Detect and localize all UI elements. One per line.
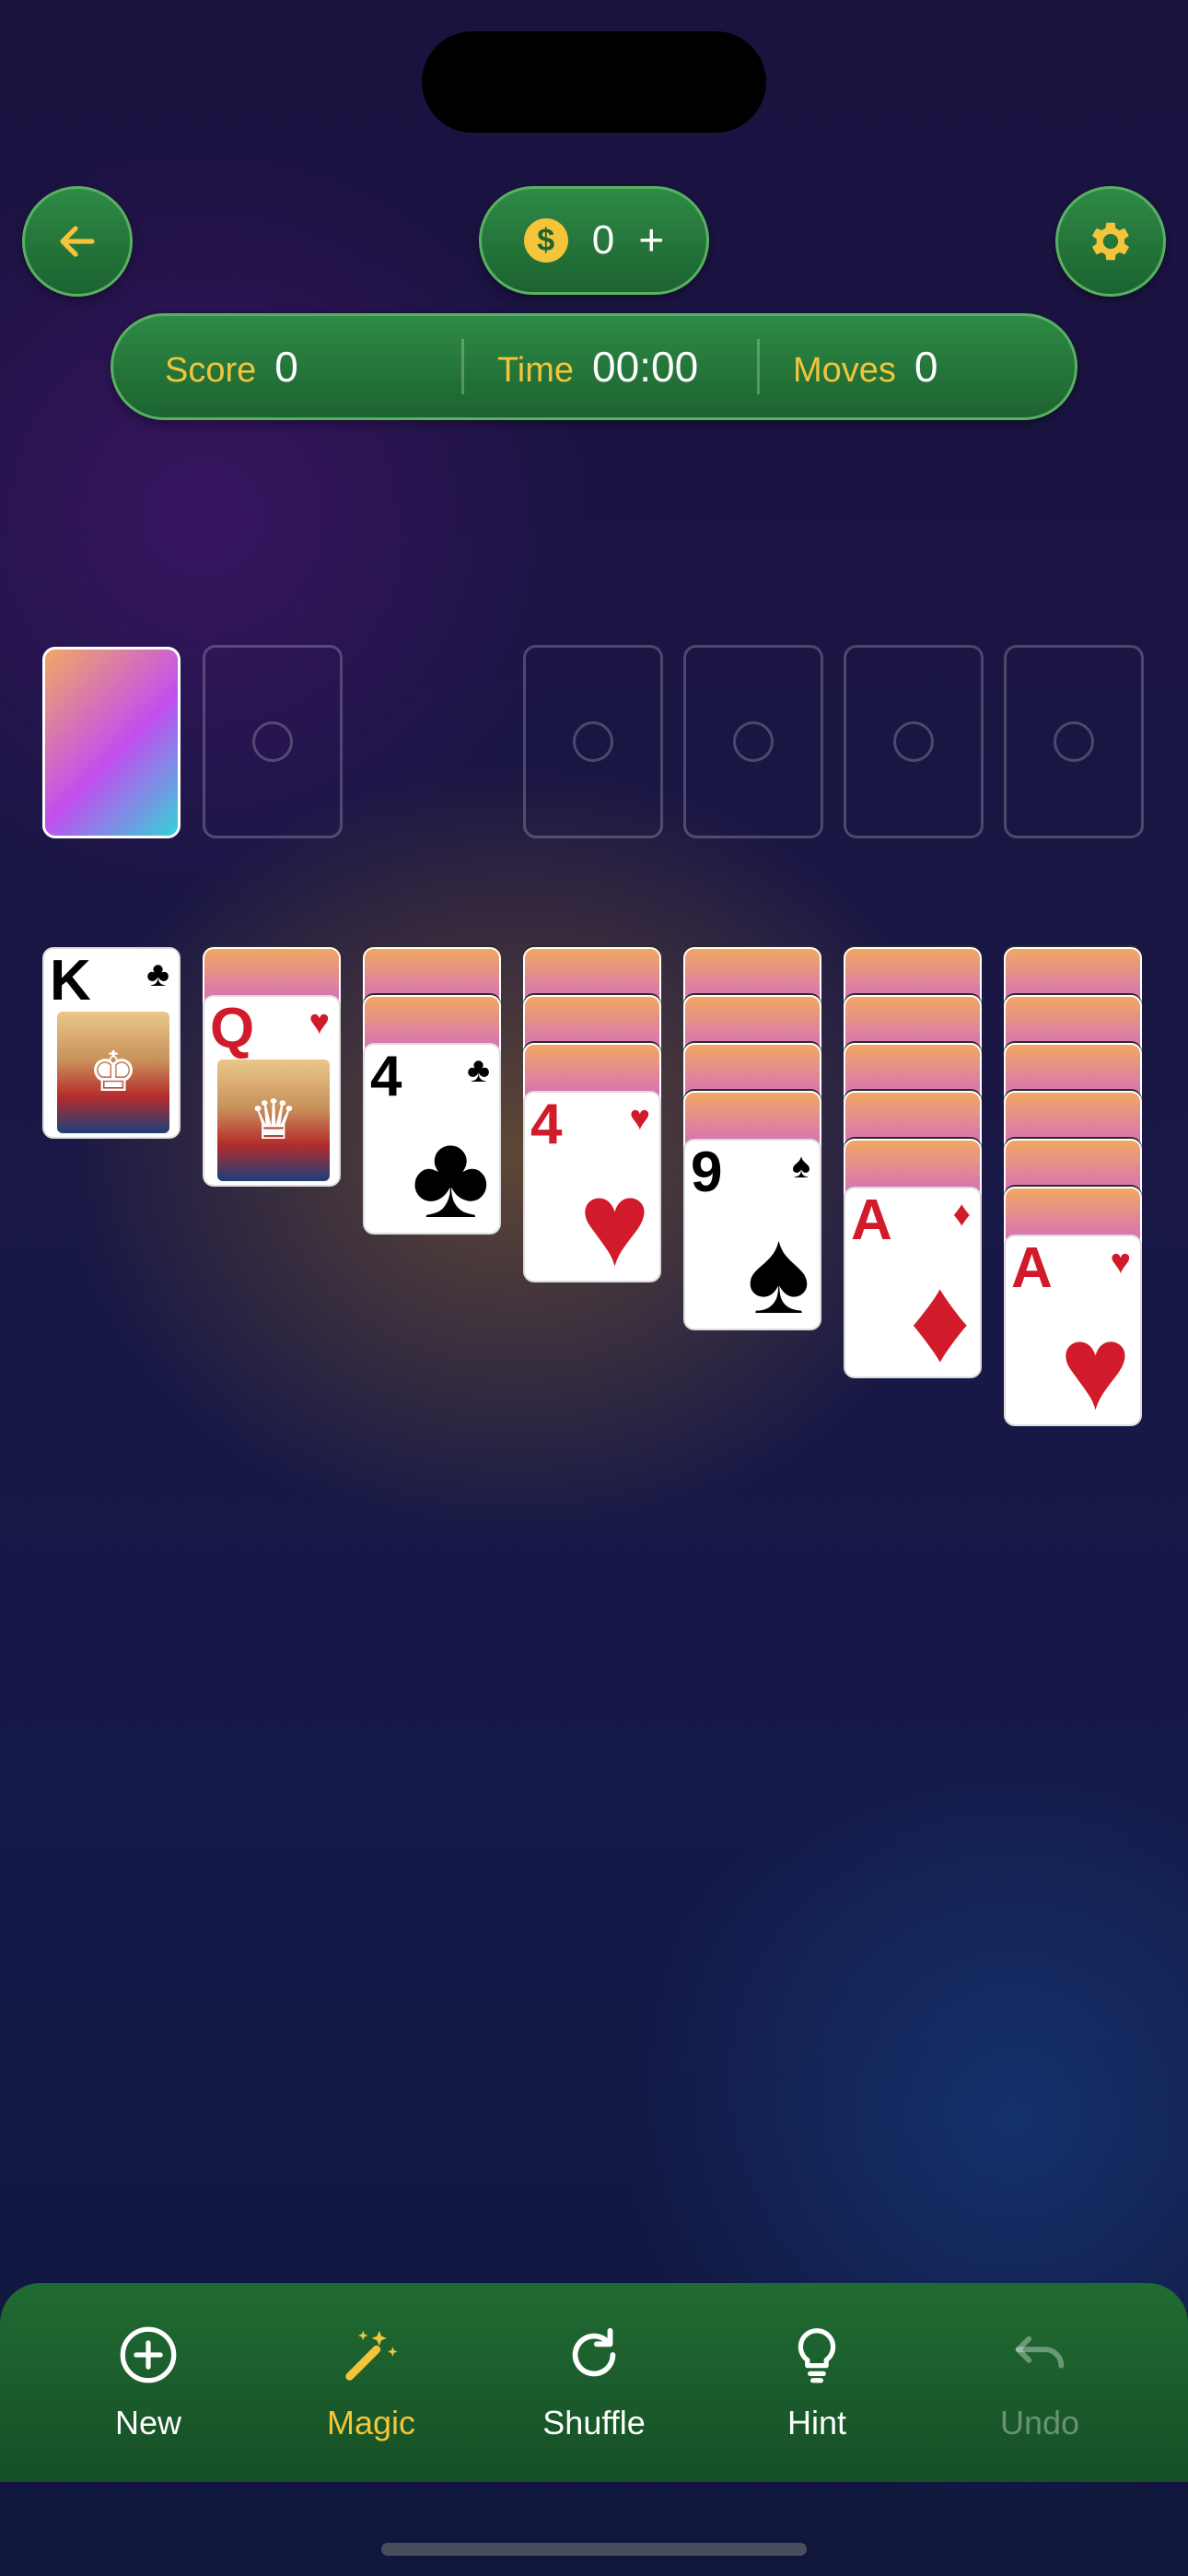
slot-placeholder-icon: [893, 721, 934, 762]
stats-bar: Score 0 Time 00:00 Moves 0: [111, 313, 1077, 420]
new-label: New: [114, 2404, 182, 2441]
slot-placeholder-icon: [573, 721, 613, 762]
undo-icon: [1015, 2336, 1065, 2369]
card-suit-icon: ♣: [146, 955, 169, 994]
moves-stat: Moves 0: [793, 342, 938, 392]
face-up-card[interactable]: 9 ♠ ♠: [683, 1139, 821, 1330]
time-label: Time: [497, 351, 575, 390]
moves-value: 0: [914, 343, 938, 391]
time-value: 00:00: [592, 343, 699, 391]
home-indicator: [381, 2543, 807, 2556]
undo-button[interactable]: Undo: [957, 2323, 1123, 2442]
card-rank: Q: [210, 997, 255, 1060]
card-rank: 9: [691, 1141, 723, 1204]
coins-pill[interactable]: $ 0 +: [479, 186, 709, 295]
card-rank: 4: [370, 1045, 402, 1108]
card-big-suit-icon: ♣: [411, 1108, 490, 1235]
slot-placeholder-icon: [252, 721, 293, 762]
queen-illustration: ♛: [217, 1060, 330, 1181]
card-rank: A: [851, 1188, 892, 1252]
slot-placeholder-icon: [733, 721, 774, 762]
card-suit-icon: ♥: [309, 1003, 330, 1042]
stock-pile[interactable]: [42, 647, 181, 838]
card-big-suit-icon: ♦: [909, 1252, 971, 1378]
magic-wand-icon: [345, 2330, 398, 2381]
foundation-slot-3[interactable]: [844, 645, 984, 838]
lightbulb-icon: [798, 2328, 836, 2383]
face-up-card[interactable]: 4 ♣ ♣: [363, 1043, 501, 1235]
score-value: 0: [274, 343, 298, 391]
face-up-card[interactable]: A ♥ ♥: [1004, 1235, 1142, 1426]
score-label: Score: [165, 351, 257, 390]
face-up-card[interactable]: 4 ♥ ♥: [523, 1091, 661, 1282]
add-coins-icon[interactable]: +: [638, 216, 664, 266]
card-rank: K: [50, 949, 91, 1013]
undo-label: Undo: [999, 2404, 1080, 2441]
coin-icon: $: [523, 218, 568, 263]
magic-button[interactable]: Magic: [288, 2323, 454, 2442]
card-big-suit-icon: ♥: [1059, 1300, 1131, 1426]
refresh-icon: [572, 2327, 616, 2377]
hint-button[interactable]: Hint: [734, 2323, 900, 2442]
bottom-toolbar: New Magic Shuffle Hint Undo: [0, 2283, 1188, 2482]
card-big-suit-icon: ♠: [746, 1204, 810, 1330]
shuffle-button[interactable]: Shuffle: [511, 2323, 677, 2442]
card-suit-icon: ♠: [791, 1147, 810, 1186]
card-suit-icon: ♣: [467, 1051, 490, 1090]
hint-label: Hint: [786, 2404, 847, 2441]
dynamic-island: [422, 31, 766, 133]
foundation-slot-2[interactable]: [683, 645, 823, 838]
card-suit-icon: ♦: [952, 1195, 971, 1234]
face-up-card[interactable]: Q ♥ ♛: [203, 995, 341, 1187]
stats-divider: [757, 339, 760, 394]
card-rank: A: [1011, 1236, 1053, 1300]
card-big-suit-icon: ♥: [578, 1156, 650, 1282]
foundation-slot-1[interactable]: [523, 645, 663, 838]
arrow-left-icon: [60, 226, 95, 257]
new-game-button[interactable]: New: [65, 2323, 231, 2442]
moves-label: Moves: [793, 351, 896, 390]
gear-icon: [1091, 222, 1130, 261]
face-up-card[interactable]: A ♦ ♦: [844, 1187, 982, 1378]
magic-label: Magic: [326, 2404, 416, 2441]
face-up-card[interactable]: K ♣ ♚: [42, 947, 181, 1139]
king-illustration: ♚: [57, 1012, 169, 1133]
waste-pile[interactable]: [203, 645, 343, 838]
shuffle-label: Shuffle: [542, 2404, 646, 2441]
back-button[interactable]: [22, 186, 133, 297]
slot-placeholder-icon: [1054, 721, 1094, 762]
stats-divider: [461, 339, 464, 394]
foundation-slot-4[interactable]: [1004, 645, 1144, 838]
settings-button[interactable]: [1055, 186, 1166, 297]
coin-count: 0: [591, 217, 615, 263]
plus-circle-icon: [120, 2326, 177, 2383]
card-suit-icon: ♥: [1110, 1243, 1131, 1282]
time-stat: Time 00:00: [497, 342, 757, 392]
card-rank: 4: [530, 1093, 563, 1156]
card-suit-icon: ♥: [629, 1099, 650, 1138]
score-stat: Score 0: [165, 342, 461, 392]
